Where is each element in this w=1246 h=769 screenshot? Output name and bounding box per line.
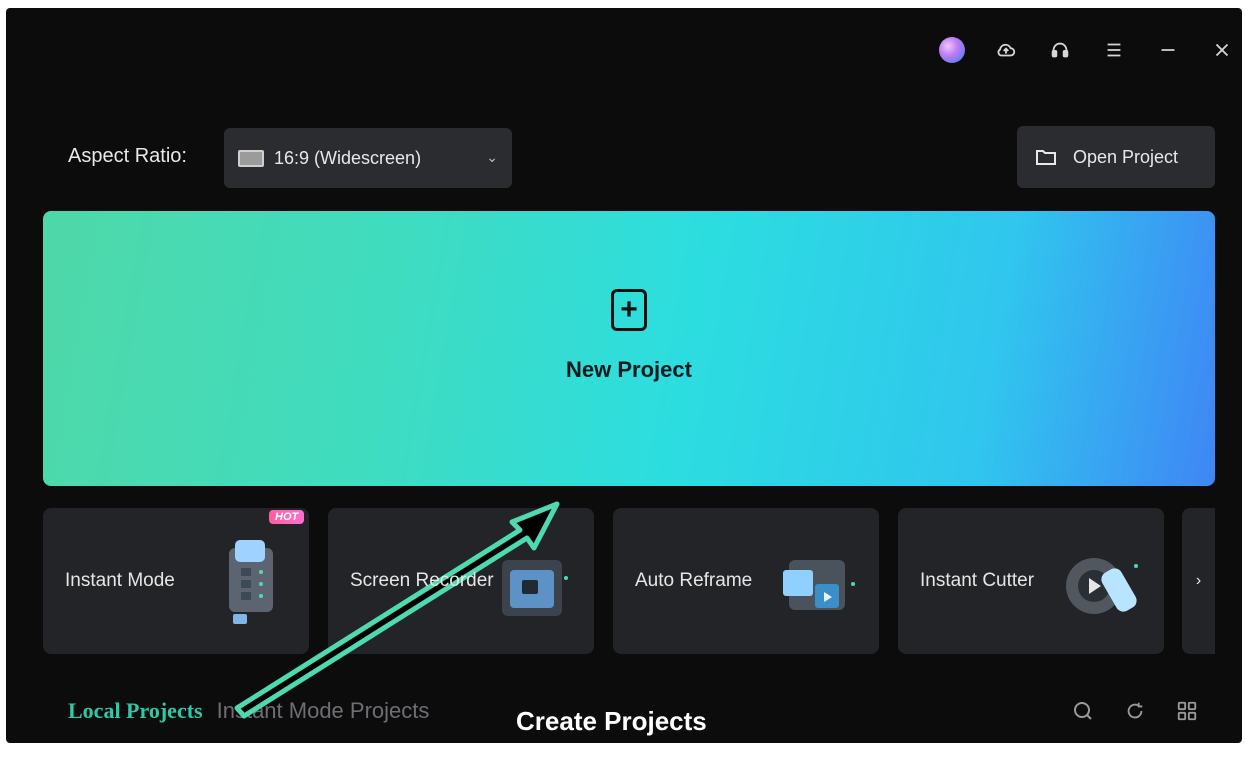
support-button[interactable] [1040,30,1080,70]
new-project-button[interactable]: + New Project [43,211,1215,486]
aspect-ratio-label: Aspect Ratio: [68,145,187,167]
open-project-label: Open Project [1073,146,1179,167]
card-label: Screen Recorder [350,570,494,591]
quick-tools: Instant Mode HOT Screen Recorder Auto Re… [43,508,1183,654]
menu-button[interactable] [1094,30,1134,70]
hot-badge: HOT [269,510,305,524]
search-icon [1074,702,1092,720]
support-headset-icon [1051,42,1069,58]
card-auto-reframe[interactable]: Auto Reframe [613,508,879,654]
tab-local-projects[interactable]: Local Projects [68,698,203,724]
minimize-button[interactable] [1148,30,1188,70]
title-bar [918,30,1242,70]
close-button[interactable] [1202,30,1242,70]
card-label: Instant Mode [65,570,175,591]
card-instant-mode[interactable]: Instant Mode HOT [43,508,309,654]
card-instant-cutter[interactable]: Instant Cutter [898,508,1164,654]
chevron-right-icon: › [1195,572,1202,589]
cloud-upload-icon [997,43,1016,57]
auto-reframe-art-icon [783,560,855,610]
grid-view-button[interactable] [1172,696,1202,726]
plus-icon: + [611,288,647,331]
minimize-icon [1161,49,1175,51]
refresh-icon [1127,702,1143,719]
grid-view-icon [1177,701,1197,721]
instant-cutter-art-icon [1066,558,1138,614]
open-project-button[interactable]: Open Project [1017,126,1215,188]
tab-instant-mode-projects[interactable]: Instant Mode Projects [217,698,430,724]
avatar [939,37,965,63]
annotation-caption: Create Projects [516,706,707,736]
chevron-down-icon: ⌄ [486,149,498,165]
card-label: Instant Cutter [920,570,1035,591]
project-tabs: Local Projects Instant Mode Projects [68,698,429,724]
screen-icon [238,149,264,167]
instant-mode-art-icon [229,540,273,624]
app-window: Aspect Ratio: 16:9 (Widescreen) ⌄ Open P… [6,8,1242,743]
new-project-label: New Project [566,356,692,382]
card-screen-recorder[interactable]: Screen Recorder [328,508,594,654]
scroll-right-button[interactable]: › [1182,508,1215,654]
user-avatar[interactable] [932,30,972,70]
aspect-ratio-select[interactable]: 16:9 (Widescreen) ⌄ [224,128,512,188]
project-toolbar [1046,696,1202,726]
cloud-upload-button[interactable] [986,30,1026,70]
close-icon [1215,43,1229,57]
search-button[interactable] [1068,696,1098,726]
refresh-button[interactable] [1120,696,1150,726]
menu-icon [1107,43,1121,57]
aspect-ratio-value: 16:9 (Widescreen) [274,147,422,168]
folder-icon [1035,147,1057,167]
card-label: Auto Reframe [635,570,753,591]
screen-recorder-art-icon [502,560,568,616]
